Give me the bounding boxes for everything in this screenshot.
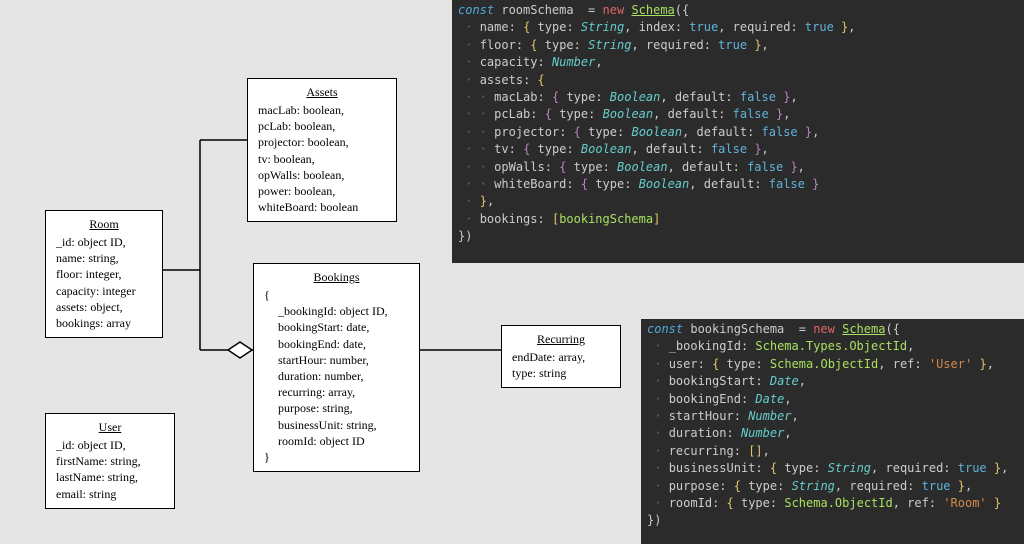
assets-field: power: boolean, bbox=[258, 183, 386, 199]
room-field: _id: object ID, bbox=[56, 234, 152, 250]
bookings-field: businessUnit: string, bbox=[264, 417, 409, 433]
user-field: email: string bbox=[56, 486, 164, 502]
room-box: Room _id: object ID, name: string, floor… bbox=[45, 210, 163, 338]
room-schema-code: const roomSchema = new Schema({ · name: … bbox=[452, 0, 1024, 263]
booking-schema-code: const bookingSchema = new Schema({ · _bo… bbox=[641, 319, 1024, 544]
bookings-brace: } bbox=[264, 449, 409, 465]
bookings-field: startHour: number, bbox=[264, 352, 409, 368]
recurring-title: Recurring bbox=[512, 332, 610, 347]
user-box: User _id: object ID, firstName: string, … bbox=[45, 413, 175, 509]
assets-field: macLab: boolean, bbox=[258, 102, 386, 118]
recurring-field: type: string bbox=[512, 365, 610, 381]
user-title: User bbox=[56, 420, 164, 435]
bookings-field: bookingStart: date, bbox=[264, 319, 409, 335]
assets-box: Assets macLab: boolean, pcLab: boolean, … bbox=[247, 78, 397, 222]
assets-field: whiteBoard: boolean bbox=[258, 199, 386, 215]
bookings-box: Bookings { _bookingId: object ID, bookin… bbox=[253, 263, 420, 472]
recurring-field: endDate: array, bbox=[512, 349, 610, 365]
bookings-field: purpose: string, bbox=[264, 400, 409, 416]
bookings-field: recurring: array, bbox=[264, 384, 409, 400]
user-field: _id: object ID, bbox=[56, 437, 164, 453]
assets-field: opWalls: boolean, bbox=[258, 167, 386, 183]
bookings-field: _bookingId: object ID, bbox=[264, 303, 409, 319]
room-field: bookings: array bbox=[56, 315, 152, 331]
user-field: firstName: string, bbox=[56, 453, 164, 469]
assets-field: projector: boolean, bbox=[258, 134, 386, 150]
assets-title: Assets bbox=[258, 85, 386, 100]
user-field: lastName: string, bbox=[56, 469, 164, 485]
assets-field: pcLab: boolean, bbox=[258, 118, 386, 134]
bookings-field: duration: number, bbox=[264, 368, 409, 384]
assets-field: tv: boolean, bbox=[258, 151, 386, 167]
room-field: capacity: integer bbox=[56, 283, 152, 299]
bookings-field: roomId: object ID bbox=[264, 433, 409, 449]
bookings-field: bookingEnd: date, bbox=[264, 336, 409, 352]
room-title: Room bbox=[56, 217, 152, 232]
bookings-brace: { bbox=[264, 287, 409, 303]
room-field: assets: object, bbox=[56, 299, 152, 315]
bookings-title: Bookings bbox=[264, 270, 409, 285]
room-field: name: string, bbox=[56, 250, 152, 266]
recurring-box: Recurring endDate: array, type: string bbox=[501, 325, 621, 388]
room-field: floor: integer, bbox=[56, 266, 152, 282]
